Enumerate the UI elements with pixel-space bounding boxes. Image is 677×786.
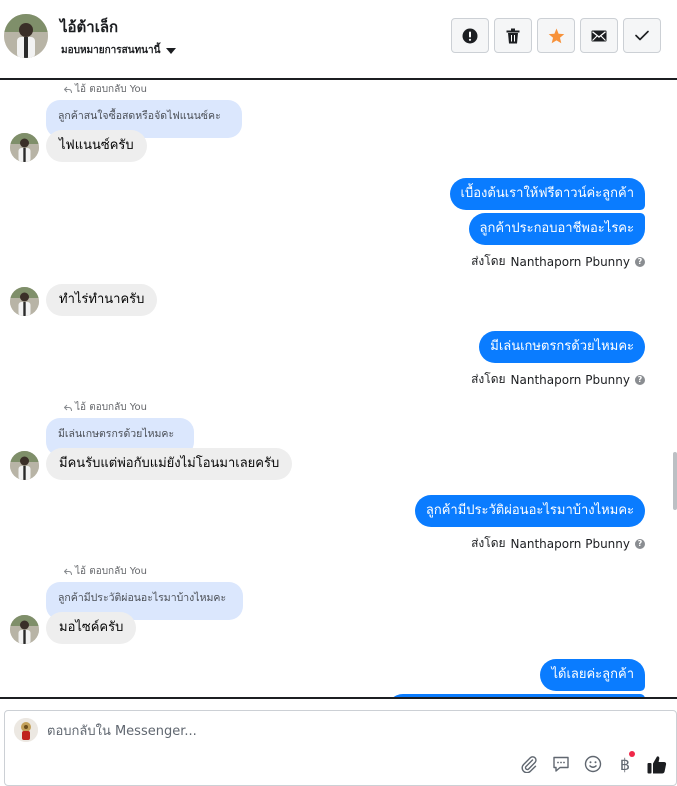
sent-by-label: ส่งโดย Nanthaporn Pbunny ? xyxy=(471,252,645,271)
message-thread[interactable]: ไอ้ ตอบกลับ You ลูกค้าสนใจซื้อสดหรือจัดไ… xyxy=(0,82,677,697)
mark-done-button[interactable] xyxy=(623,18,661,53)
help-icon[interactable]: ? xyxy=(635,538,645,549)
caret-down-icon xyxy=(166,47,177,54)
star-button[interactable] xyxy=(537,18,575,53)
delete-button[interactable] xyxy=(494,18,532,53)
contact-name: ไอ้ต้าเล็ก xyxy=(60,18,119,36)
outgoing-message[interactable]: เบื้องต้นเราให้ฟรีดาวน์ค่ะลูกค้า xyxy=(449,178,645,210)
thread-scrollbar[interactable] xyxy=(673,452,677,510)
outgoing-message[interactable]: มีเล่นเกษตรกรด้วยไหมคะ xyxy=(479,331,645,363)
mark-spam-button[interactable] xyxy=(451,18,489,53)
trash-icon xyxy=(506,28,520,43)
reply-arrow-icon xyxy=(64,568,72,575)
contact-avatar-small[interactable] xyxy=(10,451,39,480)
contact-avatar[interactable] xyxy=(4,14,48,58)
contact-avatar-small[interactable] xyxy=(10,287,39,316)
reply-indicator: ไอ้ ตอบกลับ You xyxy=(64,564,147,579)
thumbs-up-icon[interactable] xyxy=(646,753,668,775)
incoming-message[interactable]: ไฟแนนซ์ครับ xyxy=(46,130,147,162)
incoming-message[interactable]: ทำไร่ทำนาครับ xyxy=(46,284,158,316)
reply-composer: ฿ xyxy=(4,710,677,786)
assign-conversation-dropdown[interactable]: มอบหมายการสนทนานี้ xyxy=(61,43,177,58)
conversation-toolbar xyxy=(451,18,661,53)
checkmark-icon xyxy=(635,30,649,41)
sent-by-label: ส่งโดย Nanthaporn Pbunny ? xyxy=(471,534,645,553)
star-icon xyxy=(548,28,564,43)
incoming-message[interactable]: มีคนรับแต่พ่อกับแม่ยังไม่โอนมาเลยครับ xyxy=(46,448,293,480)
reply-indicator: ไอ้ ตอบกลับ You xyxy=(64,400,147,415)
outgoing-message[interactable]: ได้เลยค่ะลูกค้า xyxy=(540,659,645,691)
paperclip-icon[interactable] xyxy=(518,753,540,775)
contact-avatar-small[interactable] xyxy=(10,133,39,162)
composer-actions: ฿ xyxy=(518,751,668,775)
reply-indicator: ไอ้ ตอบกลับ You xyxy=(64,82,147,97)
sent-by-label: ส่งโดย Nanthaporn Pbunny ? xyxy=(471,370,645,389)
composer-area: ฿ xyxy=(0,697,677,786)
notification-dot xyxy=(629,751,635,757)
reply-arrow-icon xyxy=(64,404,72,411)
outgoing-message[interactable]: ลูกค้ามีประวัติผ่อนอะไรมาบ้างไหมคะ xyxy=(414,495,645,527)
baht-payment-icon[interactable]: ฿ xyxy=(614,751,636,775)
conversation-header: ไอ้ต้าเล็ก มอบหมายการสนทนานี้ xyxy=(0,0,677,80)
mark-unread-button[interactable] xyxy=(580,18,618,53)
exclamation-icon xyxy=(462,28,478,43)
help-icon[interactable]: ? xyxy=(635,256,645,267)
help-icon[interactable]: ? xyxy=(635,374,645,385)
contact-avatar-small[interactable] xyxy=(10,615,39,644)
saved-reply-icon[interactable] xyxy=(550,753,572,775)
incoming-message[interactable]: มอไซค์ครับ xyxy=(46,612,137,644)
reply-arrow-icon xyxy=(64,86,72,93)
page-avatar xyxy=(14,718,38,742)
emoji-icon[interactable] xyxy=(582,753,604,775)
reply-input[interactable] xyxy=(47,721,497,741)
assign-label: มอบหมายการสนทนานี้ xyxy=(61,45,161,56)
outgoing-message[interactable]: ลูกค้าประกอบอาชีพอะไรคะ xyxy=(468,213,645,245)
envelope-icon xyxy=(591,30,607,41)
